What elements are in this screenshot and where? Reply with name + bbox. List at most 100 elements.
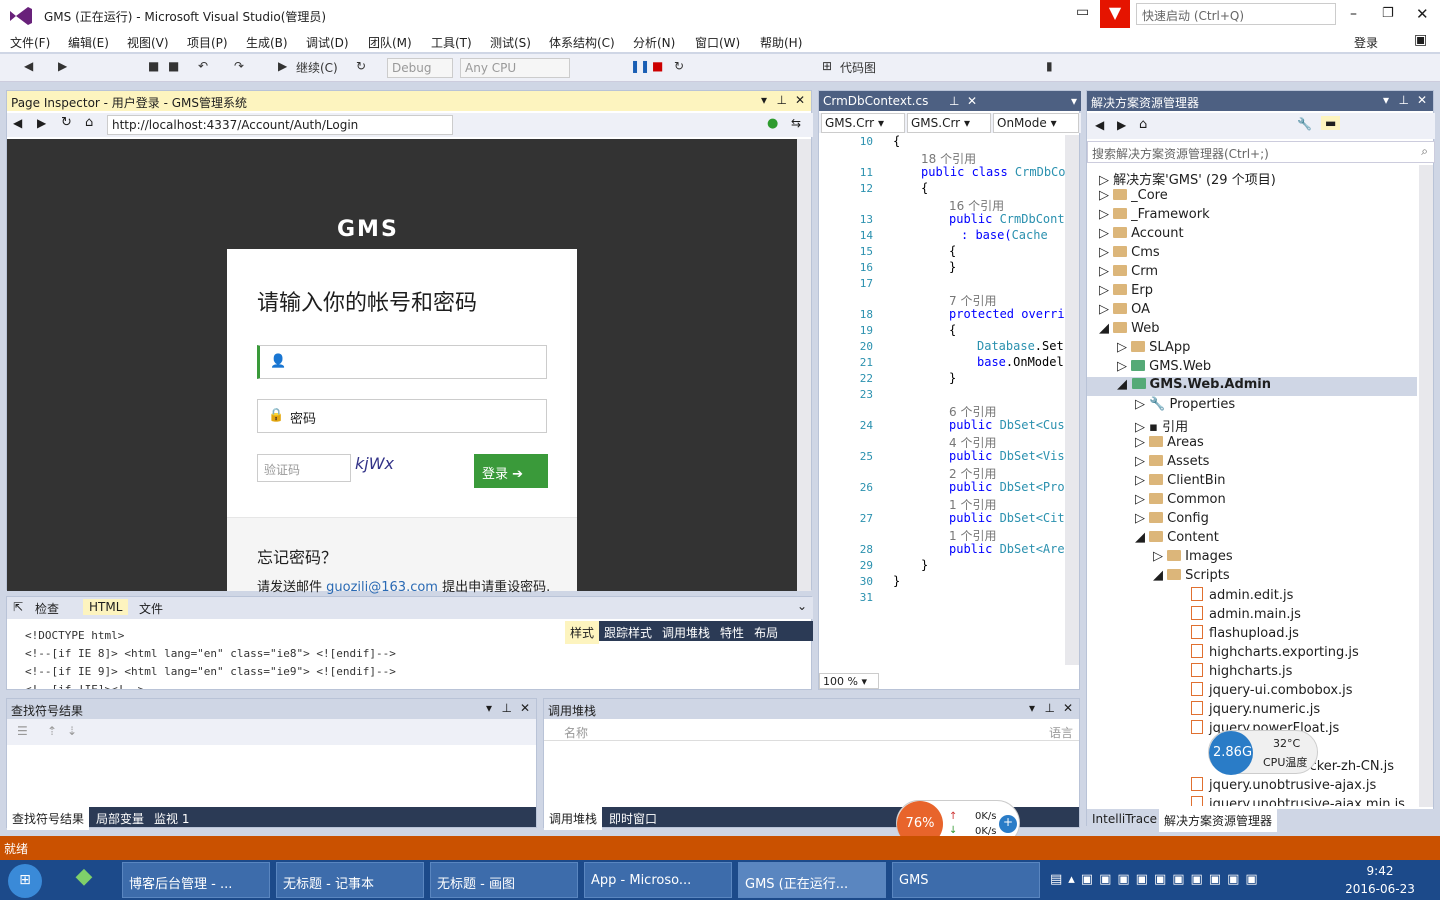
close-icon[interactable]: ✕ [1063,701,1073,715]
reload-icon[interactable]: ↻ [61,115,72,130]
tree-item[interactable]: ▷ SLApp [1117,340,1190,355]
tree-item-selected[interactable]: ◢ GMS.Web.Admin [1087,377,1417,396]
tab-file[interactable]: 文件 [139,600,163,617]
taskbar-item[interactable]: App - Microso... [584,862,732,898]
menu-view[interactable]: 视图(V) [127,34,169,51]
menu-build[interactable]: 生成(B) [246,34,288,51]
code-line[interactable]: { [949,244,956,258]
dropdown-icon[interactable]: ▾ [1383,93,1389,107]
save-icon[interactable]: ■ [148,59,159,77]
menu-analyze[interactable]: 分析(N) [633,34,675,51]
pin-icon[interactable]: ⊥ [502,701,512,715]
next-icon[interactable]: ⇣ [67,724,77,738]
taskbar-item[interactable]: 博客后台管理 - ... [122,862,270,898]
forward-icon[interactable]: ▶ [37,116,46,130]
refresh-icon[interactable]: ↻ [674,59,684,77]
code-line[interactable]: { [893,134,900,148]
url-input[interactable]: http://localhost:4337/Account/Auth/Login [107,115,453,135]
restart-icon[interactable]: ↻ [356,59,366,77]
tab-attributes[interactable]: 特性 [715,621,749,644]
tree-item-file[interactable]: jquery.unobtrusive-ajax.js [1191,777,1376,793]
tab-call-stack[interactable]: 调用堆栈 [657,621,715,644]
continue-button[interactable]: 继续(C) [296,59,338,77]
tab-immediate[interactable]: 即时窗口 [604,807,662,830]
tree-item[interactable]: ▷ Common [1135,492,1226,507]
tab-locals[interactable]: 局部变量 [91,807,149,830]
tree-item-file[interactable]: jquery.numeric.js [1191,701,1320,717]
home-icon[interactable]: ⌂ [85,115,93,130]
platform-select[interactable]: Any CPU [460,58,570,78]
clock[interactable]: 9:42 2016-06-23 [1340,864,1420,896]
codemap-icon[interactable]: ⊞ [822,59,832,77]
username-input[interactable]: 👤 [257,345,547,379]
zoom-select[interactable]: 100 % ▾ [819,673,879,689]
code-line[interactable]: base.OnModel [977,355,1064,369]
tree-item[interactable]: ▷ ▪ 引用 [1135,416,1188,435]
taskbar-item[interactable]: 无标题 - 记事本 [276,862,424,898]
forward-icon[interactable]: ▶ [58,59,67,77]
editor-tab[interactable]: CrmDbContext.cs [823,94,928,108]
tree-item-file[interactable]: flashupload.js [1191,625,1299,641]
class-select[interactable]: GMS.Crr ▾ [907,113,991,133]
tree-item[interactable]: ▷ Erp [1099,283,1153,298]
code-line[interactable]: } [949,371,956,385]
menu-architecture[interactable]: 体系结构(C) [549,34,615,51]
code-line[interactable]: public class CrmDbCo [921,165,1066,179]
login-button[interactable]: 登录 ➔ [474,454,548,488]
tree-item[interactable]: ▷ Account [1099,226,1184,241]
captcha-image[interactable]: kjWx [355,454,431,482]
solution-search-input[interactable]: 搜索解决方案资源管理器(Ctrl+;) ⌕ [1087,141,1435,163]
tab-intellitrace[interactable]: IntelliTrace [1087,809,1162,829]
tree-item[interactable]: ▷ Config [1135,511,1209,526]
tree-item[interactable]: ▷ _Framework [1099,207,1210,222]
back-icon[interactable]: ◀ [1095,118,1104,132]
dropdown-icon[interactable]: ▾ [1029,701,1035,715]
tab-layout[interactable]: 布局 [749,621,783,644]
pin-icon[interactable]: ⊥ [1399,93,1409,107]
viewport-scrollbar[interactable] [797,139,811,591]
menu-file[interactable]: 文件(F) [10,34,50,51]
project-select[interactable]: GMS.Crr ▾ [821,113,905,133]
sync-icon[interactable]: ⇆ [791,116,801,130]
tree-item[interactable]: ▷ Assets [1135,454,1209,469]
taskbar-item[interactable]: GMS [892,862,1040,898]
login-link[interactable]: 登录 [1354,34,1378,51]
preview-icon[interactable]: ▬ [1321,116,1341,130]
redo-icon[interactable]: ↷ [234,59,244,77]
tree-item[interactable]: ▷ OA [1099,302,1150,317]
stop-icon[interactable]: ■ [652,59,663,77]
save-all-icon[interactable]: ■ [168,59,179,77]
tree-item-file[interactable]: jquery.unobtrusive-ajax.min.js [1191,796,1405,806]
code-line[interactable]: } [949,260,956,274]
inspect-icon[interactable]: ⇱ [13,600,23,614]
code-line[interactable]: Database.Set [977,339,1064,353]
restore-button[interactable]: ❐ [1382,6,1394,21]
filter-icon[interactable]: ▼ [1100,0,1130,28]
bookmark-icon[interactable]: ▮ [1046,59,1053,77]
config-select[interactable]: Debug [387,58,453,78]
tree-item-file[interactable]: highcharts.exporting.js [1191,644,1359,660]
html-source[interactable]: <!DOCTYPE html> <!--[if IE 8]> <html lan… [25,627,545,689]
account-icon[interactable]: ▣ [1414,32,1427,48]
tab-inspect[interactable]: 检查 [35,600,59,617]
pin-icon[interactable]: ⊥ [949,94,959,108]
home-icon[interactable]: ⌂ [1139,117,1147,132]
dropdown-icon[interactable]: ▾ [1071,94,1077,108]
captcha-input[interactable]: 验证码 [257,454,351,482]
tree-item[interactable]: ▷ ClientBin [1135,473,1226,488]
tree-item[interactable]: ▷ Areas [1135,435,1204,450]
tree-item-file[interactable]: admin.main.js [1191,606,1301,622]
close-button[interactable]: ✕ [1416,5,1429,23]
back-icon[interactable]: ◀ [24,59,33,77]
feedback-icon[interactable]: ▭ [1076,4,1096,24]
code-line[interactable]: : base(Cache [961,228,1048,242]
dropdown-icon[interactable]: ▾ [761,93,767,107]
quick-launch-input[interactable]: 快速启动 (Ctrl+Q) [1136,3,1336,25]
member-select[interactable]: OnMode ▾ [993,113,1079,133]
tab-solution-explorer[interactable]: 解决方案资源管理器 [1159,809,1278,832]
start-button[interactable]: ⊞ [8,864,42,898]
tree-item[interactable]: ▷ GMS.Web [1117,359,1211,374]
menu-edit[interactable]: 编辑(E) [68,34,109,51]
code-line[interactable]: public DbSet<Are [949,542,1065,556]
tree-item[interactable]: ▷ Cms [1099,245,1160,260]
